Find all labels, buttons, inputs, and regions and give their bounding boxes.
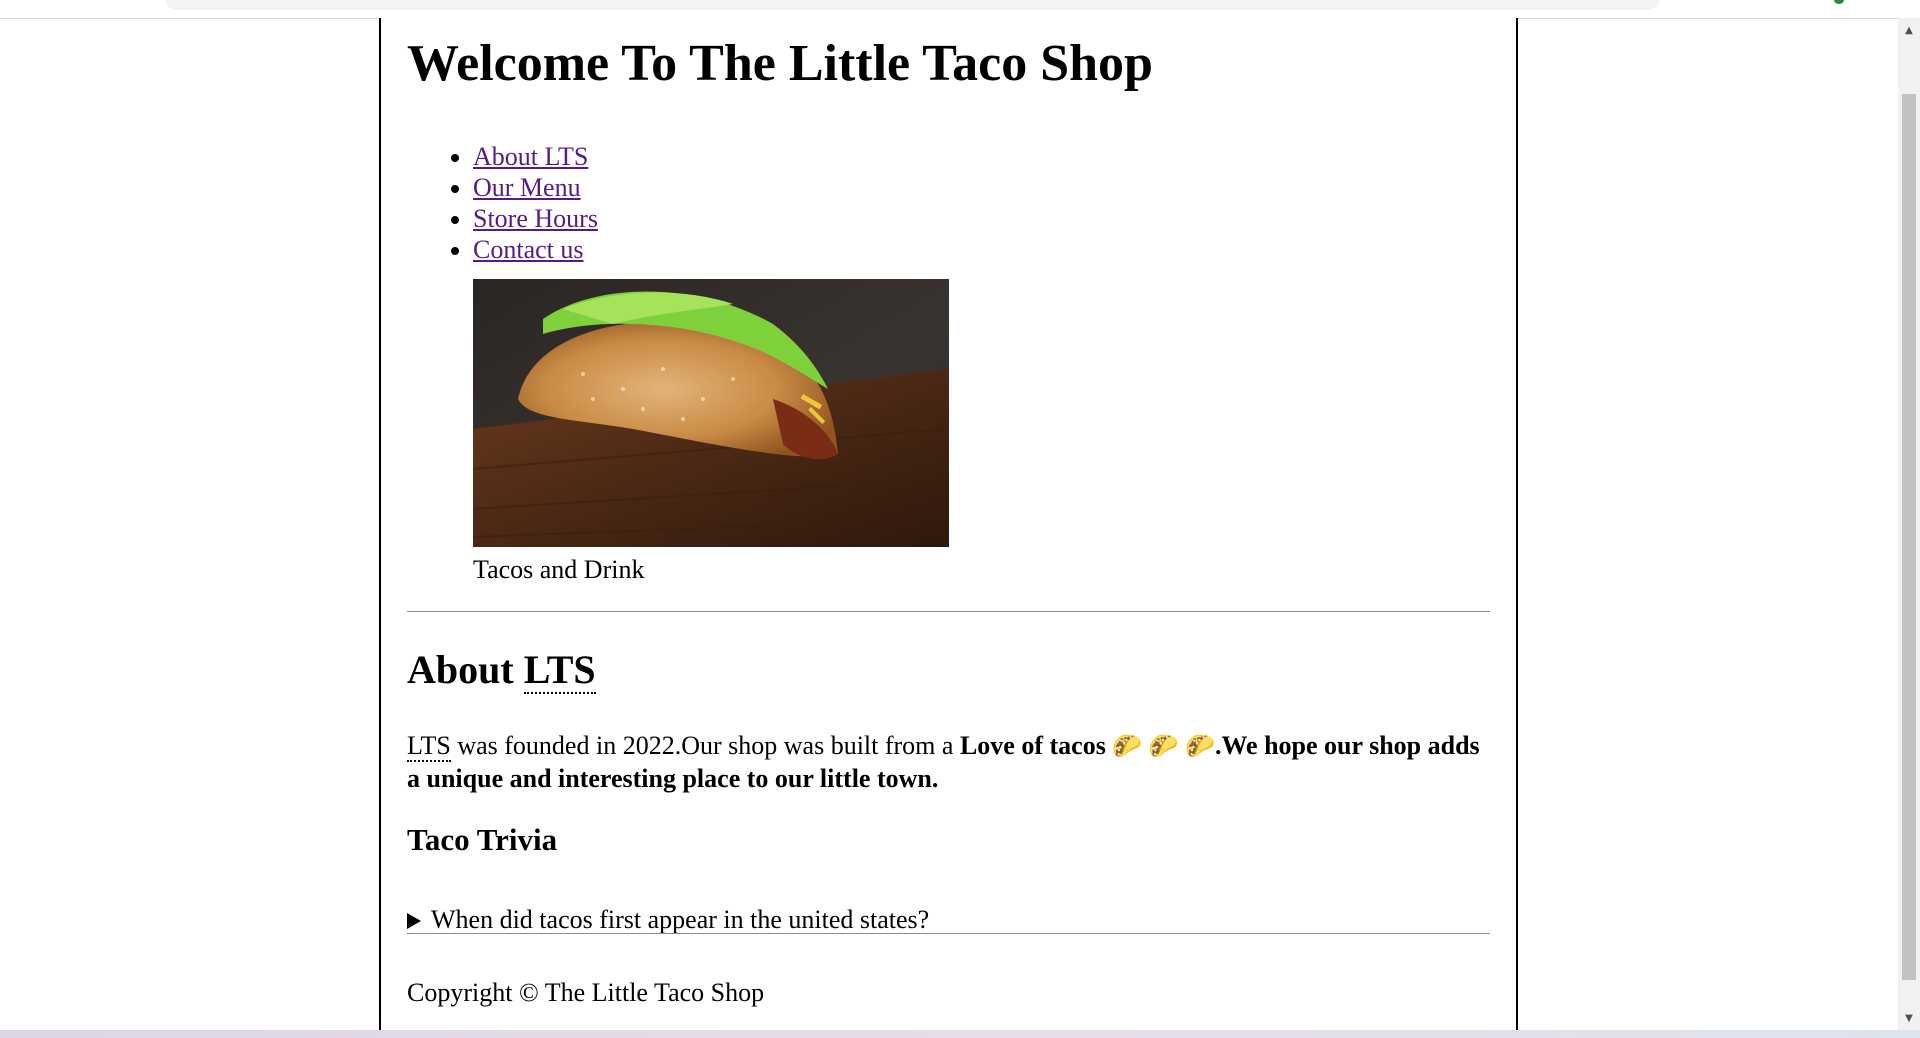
- nav-item-menu: Our Menu: [473, 172, 598, 203]
- taco-photo: [473, 279, 949, 547]
- disclosure-triangle-icon[interactable]: [407, 913, 421, 929]
- trivia-heading: Taco Trivia: [407, 822, 558, 857]
- nav-link-hours[interactable]: Store Hours: [473, 204, 598, 233]
- divider-bottom: [407, 933, 1490, 934]
- nav-link-about[interactable]: About LTS: [473, 142, 588, 171]
- about-heading: About LTS: [407, 646, 596, 694]
- divider-top: [407, 611, 1490, 612]
- status-dot-icon: [1834, 0, 1844, 4]
- figure-caption: Tacos and Drink: [473, 555, 645, 584]
- nav-item-hours: Store Hours: [473, 203, 598, 234]
- nav-item-contact: Contact us: [473, 234, 598, 265]
- page-title: Welcome To The Little Taco Shop: [407, 35, 1153, 92]
- scroll-up-icon[interactable]: ▲: [1898, 20, 1920, 40]
- nav-list: About LTS Our Menu Store Hours Contact u…: [407, 141, 598, 265]
- nav-link-contact[interactable]: Contact us: [473, 235, 584, 264]
- trivia-summary[interactable]: When did tacos first appear in the unite…: [431, 905, 929, 934]
- about-text-plain: was founded in 2022.Our shop was built f…: [450, 731, 960, 760]
- address-bar[interactable]: [165, 0, 1660, 10]
- taco-figure: Tacos and Drink: [473, 279, 949, 585]
- taco-emoji-icon: 🌮: [1112, 734, 1143, 760]
- about-text-bold-1: Love of tacos: [959, 731, 1106, 760]
- about-paragraph: LTS was founded in 2022.Our shop was bui…: [407, 730, 1490, 794]
- nav-link-menu[interactable]: Our Menu: [473, 173, 581, 202]
- browser-top-strip: [0, 0, 1920, 19]
- about-heading-prefix: About: [407, 647, 524, 692]
- scroll-thumb[interactable]: [1902, 94, 1916, 980]
- page-container: Welcome To The Little Taco Shop About LT…: [379, 18, 1518, 1030]
- nav-item-about: About LTS: [473, 141, 598, 172]
- trivia-details-toggle[interactable]: When did tacos first appear in the unite…: [407, 905, 929, 935]
- browser-bottom-strip: [0, 1030, 1920, 1038]
- taco-emoji-icon: 🌮: [1148, 734, 1179, 760]
- vertical-scrollbar[interactable]: ▲ ▼: [1898, 18, 1920, 1030]
- about-text-abbr: LTS: [407, 731, 451, 762]
- footer-copyright: Copyright © The Little Taco Shop: [407, 978, 765, 1007]
- taco-emoji-icon: 🌮: [1185, 734, 1215, 760]
- about-heading-abbr: LTS: [523, 647, 596, 694]
- scroll-down-icon[interactable]: ▼: [1898, 1008, 1920, 1028]
